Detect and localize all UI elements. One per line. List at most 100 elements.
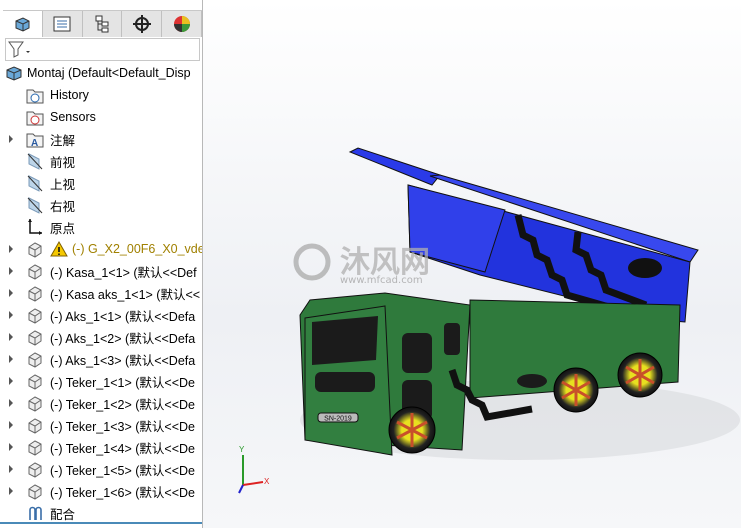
tree-item[interactable]: (-) Kasa_1<1> (默认<<Def [0, 260, 202, 282]
tree-item-label: (-) Teker_1<6> (默认<<De [50, 485, 195, 500]
svg-text:X: X [264, 477, 270, 486]
tree-item[interactable]: 前视 [0, 150, 202, 172]
tree-item-label: (-) Aks_1<1> (默认<<Defa [50, 309, 196, 324]
tree-item[interactable]: History [0, 84, 202, 106]
panel-bottom-divider [0, 522, 202, 524]
part-icon [28, 396, 42, 412]
filter-box[interactable] [5, 38, 200, 61]
license-plate: SN-2019 [324, 416, 352, 423]
tree-item[interactable]: (-) Teker_1<4> (默认<<De [0, 436, 202, 458]
tree-item[interactable]: 右视 [0, 194, 202, 216]
color-wheel-icon [173, 16, 190, 32]
warning-icon [50, 240, 68, 257]
mates-icon [29, 506, 42, 520]
part-icon [28, 484, 42, 500]
tree-item-label: 配合 [50, 507, 76, 522]
part-icon [28, 242, 42, 258]
part-icon [28, 374, 42, 390]
expand-arrow-icon[interactable] [9, 267, 13, 275]
tree-item[interactable]: A 注解 [0, 128, 202, 150]
tab-configuration-manager[interactable] [82, 11, 123, 37]
part-icon [28, 462, 42, 478]
part-icon [28, 352, 42, 368]
tree-item[interactable]: (-) Teker_1<5> (默认<<De [0, 458, 202, 480]
crosshair-icon [132, 15, 151, 33]
coordinate-triad: Y X [238, 445, 270, 494]
tree-item[interactable]: (-) Aks_1<1> (默认<<Defa [0, 304, 202, 326]
tree-item-label: 上视 [50, 177, 76, 192]
tree-item-label: (-) Kasa aks_1<1> (默认<< [50, 287, 201, 302]
tree-item-label: (-) G_X2_00F6_X0_vde. [72, 242, 202, 256]
expand-arrow-icon[interactable] [9, 421, 13, 429]
tree-item[interactable]: (-) Teker_1<6> (默认<<De [0, 480, 202, 502]
part-icon [28, 308, 42, 324]
plane-icon [27, 153, 43, 170]
expand-arrow-icon[interactable] [9, 135, 13, 143]
origin-icon [28, 219, 42, 235]
expand-arrow-icon[interactable] [9, 311, 13, 319]
expand-arrow-icon[interactable] [9, 289, 13, 297]
tree-item[interactable]: (-) Aks_1<3> (默认<<Defa [0, 348, 202, 370]
tree-item[interactable]: (-) Teker_1<3> (默认<<De [0, 414, 202, 436]
configuration-tree-icon [95, 15, 109, 33]
annotations-folder-icon: A [26, 133, 44, 148]
expand-arrow-icon[interactable] [9, 355, 13, 363]
expand-arrow-icon[interactable] [9, 465, 13, 473]
tree-item-label: 右视 [50, 199, 76, 214]
manager-tabs [3, 10, 202, 37]
tree-item[interactable]: (-) Teker_1<1> (默认<<De [0, 370, 202, 392]
tree-item[interactable]: 上视 [0, 172, 202, 194]
svg-text:A: A [31, 138, 38, 148]
plane-icon [27, 197, 43, 214]
expand-arrow-icon[interactable] [9, 487, 13, 495]
tree-item-label: 注解 [50, 133, 76, 148]
tree-item[interactable]: (-) Kasa aks_1<1> (默认<< [0, 282, 202, 304]
expand-arrow-icon[interactable] [9, 245, 13, 253]
tree-item-label: (-) Teker_1<3> (默认<<De [50, 419, 195, 434]
tree-item-label: (-) Kasa_1<1> (默认<<Def [50, 265, 197, 280]
tree-item[interactable]: Sensors [0, 106, 202, 128]
assembly-icon [15, 17, 30, 32]
tree-item-label: Sensors [50, 110, 96, 124]
property-list-icon [53, 16, 71, 32]
tab-feature-manager[interactable] [3, 11, 43, 37]
tree-item-label: (-) Aks_1<3> (默认<<Defa [50, 353, 196, 368]
expand-arrow-icon[interactable] [9, 333, 13, 341]
tree-root[interactable]: Montaj (Default<Default_Disp [0, 62, 202, 84]
filter-icon[interactable] [6, 39, 36, 59]
part-icon [28, 286, 42, 302]
svg-text:Y: Y [239, 445, 245, 454]
watermark-url: www.mfcad.com [340, 275, 423, 286]
tree-item[interactable]: (-) Teker_1<2> (默认<<De [0, 392, 202, 414]
tree-item-label: 原点 [50, 221, 76, 236]
tree-item[interactable]: 配合 [0, 502, 202, 524]
history-folder-icon [26, 89, 44, 104]
tree-item-label: (-) Teker_1<4> (默认<<De [50, 441, 195, 456]
tab-display-manager[interactable] [162, 11, 202, 37]
expand-arrow-icon[interactable] [9, 443, 13, 451]
expand-arrow-icon[interactable] [9, 399, 13, 407]
tree-root-label: Montaj (Default<Default_Disp [27, 66, 191, 80]
part-icon [28, 264, 42, 280]
expand-arrow-icon[interactable] [9, 377, 13, 385]
plane-icon [27, 175, 43, 192]
feature-manager-panel: Montaj (Default<Default_Disp History Sens… [0, 0, 203, 528]
tree-item-label: (-) Aks_1<2> (默认<<Defa [50, 331, 196, 346]
part-icon [28, 440, 42, 456]
tree-item[interactable]: 原点 [0, 216, 202, 238]
tab-dimxpert-manager[interactable] [122, 11, 163, 37]
part-icon [28, 418, 42, 434]
tree-item-label: (-) Teker_1<2> (默认<<De [50, 397, 195, 412]
tree-item[interactable]: (-) G_X2_00F6_X0_vde. [0, 238, 202, 260]
sensors-folder-icon [26, 111, 44, 126]
tree-item[interactable]: (-) Aks_1<2> (默认<<Defa [0, 326, 202, 348]
watermark: 沐风网 www.mfcad.com [293, 243, 430, 286]
tab-property-manager[interactable] [42, 11, 83, 37]
tree-item-label: (-) Teker_1<5> (默认<<De [50, 463, 195, 478]
part-icon [28, 330, 42, 346]
model-view: SN-2019 沐风网 www.mfcad.com Y X [238, 147, 740, 494]
tree-item-label: 前视 [50, 155, 76, 170]
tree-item-label: History [50, 88, 89, 102]
graphics-viewport[interactable]: SN-2019 沐风网 www.mfcad.com Y X [203, 0, 741, 528]
tree-item-label: (-) Teker_1<1> (默认<<De [50, 375, 195, 390]
